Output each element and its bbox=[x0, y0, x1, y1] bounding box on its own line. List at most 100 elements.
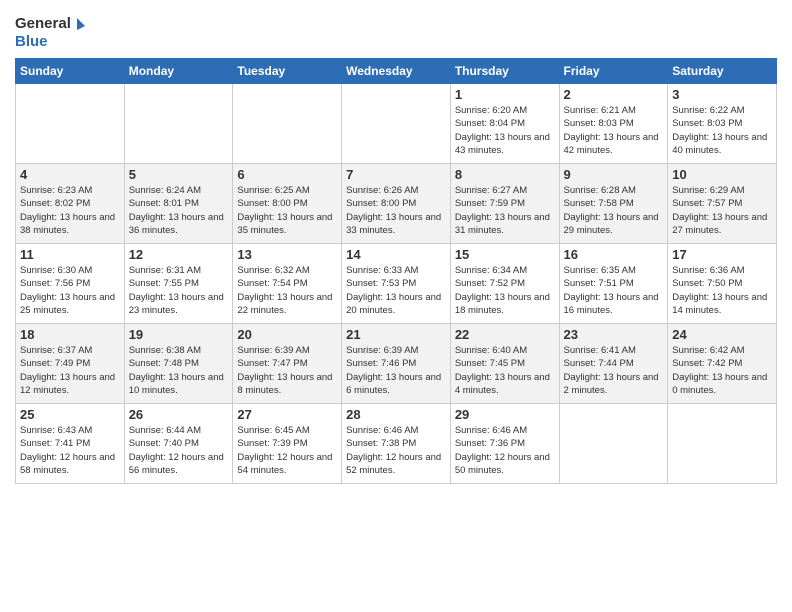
day-info: Sunrise: 6:45 AMSunset: 7:39 PMDaylight:… bbox=[237, 424, 337, 477]
day-number: 2 bbox=[564, 87, 664, 102]
day-info: Sunrise: 6:26 AMSunset: 8:00 PMDaylight:… bbox=[346, 184, 446, 237]
day-number: 7 bbox=[346, 167, 446, 182]
day-number: 24 bbox=[672, 327, 772, 342]
day-info: Sunrise: 6:42 AMSunset: 7:42 PMDaylight:… bbox=[672, 344, 772, 397]
day-cell: 25 Sunrise: 6:43 AMSunset: 7:41 PMDayligh… bbox=[16, 404, 125, 484]
day-cell: 4 Sunrise: 6:23 AMSunset: 8:02 PMDaylight… bbox=[16, 164, 125, 244]
svg-text:Blue: Blue bbox=[15, 33, 48, 50]
day-info: Sunrise: 6:30 AMSunset: 7:56 PMDaylight:… bbox=[20, 264, 120, 317]
day-info: Sunrise: 6:46 AMSunset: 7:38 PMDaylight:… bbox=[346, 424, 446, 477]
day-number: 17 bbox=[672, 247, 772, 262]
day-info: Sunrise: 6:34 AMSunset: 7:52 PMDaylight:… bbox=[455, 264, 555, 317]
day-cell bbox=[559, 404, 668, 484]
day-cell: 9Sunrise: 6:28 AMSunset: 7:58 PMDaylight… bbox=[559, 164, 668, 244]
calendar-table: SundayMondayTuesdayWednesdayThursdayFrid… bbox=[15, 58, 777, 484]
day-number: 16 bbox=[564, 247, 664, 262]
day-info: Sunrise: 6:32 AMSunset: 7:54 PMDaylight:… bbox=[237, 264, 337, 317]
page: General Blue SundayMondayTuesdayWednesda… bbox=[0, 0, 792, 612]
day-number: 6 bbox=[237, 167, 337, 182]
day-cell: 17 Sunrise: 6:36 AMSunset: 7:50 PMDayligh… bbox=[668, 244, 777, 324]
day-cell: 1Sunrise: 6:20 AMSunset: 8:04 PMDaylight… bbox=[450, 84, 559, 164]
day-info: Sunrise: 6:43 AMSunset: 7:41 PMDaylight:… bbox=[20, 424, 120, 477]
day-cell: 18 Sunrise: 6:37 AMSunset: 7:49 PMDayligh… bbox=[16, 324, 125, 404]
day-number: 10 bbox=[672, 167, 772, 182]
day-number: 15 bbox=[455, 247, 555, 262]
header-day-sunday: Sunday bbox=[16, 59, 125, 84]
day-cell: 16Sunrise: 6:35 AMSunset: 7:51 PMDayligh… bbox=[559, 244, 668, 324]
day-cell: 14 Sunrise: 6:33 AMSunset: 7:53 PMDayligh… bbox=[342, 244, 451, 324]
day-cell: 23 Sunrise: 6:41 AMSunset: 7:44 PMDayligh… bbox=[559, 324, 668, 404]
day-cell: 10 Sunrise: 6:29 AMSunset: 7:57 PMDayligh… bbox=[668, 164, 777, 244]
calendar-body: 1Sunrise: 6:20 AMSunset: 8:04 PMDaylight… bbox=[16, 84, 777, 484]
day-info: Sunrise: 6:38 AMSunset: 7:48 PMDaylight:… bbox=[129, 344, 229, 397]
day-number: 5 bbox=[129, 167, 229, 182]
calendar-header-row: SundayMondayTuesdayWednesdayThursdayFrid… bbox=[16, 59, 777, 84]
day-cell: 5 Sunrise: 6:24 AMSunset: 8:01 PMDaylight… bbox=[124, 164, 233, 244]
day-number: 28 bbox=[346, 407, 446, 422]
day-info: Sunrise: 6:27 AMSunset: 7:59 PMDaylight:… bbox=[455, 184, 555, 237]
day-cell: 26Sunrise: 6:44 AMSunset: 7:40 PMDayligh… bbox=[124, 404, 233, 484]
day-cell: 2 Sunrise: 6:21 AMSunset: 8:03 PMDaylight… bbox=[559, 84, 668, 164]
day-number: 29 bbox=[455, 407, 555, 422]
header-day-saturday: Saturday bbox=[668, 59, 777, 84]
day-number: 26 bbox=[129, 407, 229, 422]
day-cell: 8 Sunrise: 6:27 AMSunset: 7:59 PMDaylight… bbox=[450, 164, 559, 244]
header: General Blue bbox=[15, 10, 777, 52]
day-cell: 22 Sunrise: 6:40 AMSunset: 7:45 PMDayligh… bbox=[450, 324, 559, 404]
day-cell: 19 Sunrise: 6:38 AMSunset: 7:48 PMDayligh… bbox=[124, 324, 233, 404]
day-info: Sunrise: 6:39 AMSunset: 7:46 PMDaylight:… bbox=[346, 344, 446, 397]
day-info: Sunrise: 6:37 AMSunset: 7:49 PMDaylight:… bbox=[20, 344, 120, 397]
day-cell: 13Sunrise: 6:32 AMSunset: 7:54 PMDayligh… bbox=[233, 244, 342, 324]
day-info: Sunrise: 6:40 AMSunset: 7:45 PMDaylight:… bbox=[455, 344, 555, 397]
day-cell: 27Sunrise: 6:45 AMSunset: 7:39 PMDayligh… bbox=[233, 404, 342, 484]
header-day-monday: Monday bbox=[124, 59, 233, 84]
day-info: Sunrise: 6:25 AMSunset: 8:00 PMDaylight:… bbox=[237, 184, 337, 237]
day-info: Sunrise: 6:24 AMSunset: 8:01 PMDaylight:… bbox=[129, 184, 229, 237]
day-info: Sunrise: 6:41 AMSunset: 7:44 PMDaylight:… bbox=[564, 344, 664, 397]
header-day-friday: Friday bbox=[559, 59, 668, 84]
day-info: Sunrise: 6:31 AMSunset: 7:55 PMDaylight:… bbox=[129, 264, 229, 317]
day-number: 18 bbox=[20, 327, 120, 342]
week-row-5: 25 Sunrise: 6:43 AMSunset: 7:41 PMDayligh… bbox=[16, 404, 777, 484]
day-info: Sunrise: 6:23 AMSunset: 8:02 PMDaylight:… bbox=[20, 184, 120, 237]
day-cell: 29 Sunrise: 6:46 AMSunset: 7:36 PMDayligh… bbox=[450, 404, 559, 484]
day-cell: 12 Sunrise: 6:31 AMSunset: 7:55 PMDayligh… bbox=[124, 244, 233, 324]
logo-svg: General Blue bbox=[15, 10, 85, 52]
day-number: 4 bbox=[20, 167, 120, 182]
day-info: Sunrise: 6:29 AMSunset: 7:57 PMDaylight:… bbox=[672, 184, 772, 237]
day-number: 23 bbox=[564, 327, 664, 342]
day-info: Sunrise: 6:33 AMSunset: 7:53 PMDaylight:… bbox=[346, 264, 446, 317]
day-cell: 24 Sunrise: 6:42 AMSunset: 7:42 PMDayligh… bbox=[668, 324, 777, 404]
day-cell: 3 Sunrise: 6:22 AMSunset: 8:03 PMDaylight… bbox=[668, 84, 777, 164]
week-row-3: 11 Sunrise: 6:30 AMSunset: 7:56 PMDayligh… bbox=[16, 244, 777, 324]
day-info: Sunrise: 6:28 AMSunset: 7:58 PMDaylight:… bbox=[564, 184, 664, 237]
day-number: 3 bbox=[672, 87, 772, 102]
day-number: 22 bbox=[455, 327, 555, 342]
day-cell bbox=[233, 84, 342, 164]
day-number: 12 bbox=[129, 247, 229, 262]
day-cell: 11 Sunrise: 6:30 AMSunset: 7:56 PMDayligh… bbox=[16, 244, 125, 324]
header-day-thursday: Thursday bbox=[450, 59, 559, 84]
day-number: 11 bbox=[20, 247, 120, 262]
week-row-4: 18 Sunrise: 6:37 AMSunset: 7:49 PMDayligh… bbox=[16, 324, 777, 404]
day-info: Sunrise: 6:22 AMSunset: 8:03 PMDaylight:… bbox=[672, 104, 772, 157]
day-number: 1 bbox=[455, 87, 555, 102]
day-cell bbox=[668, 404, 777, 484]
day-number: 19 bbox=[129, 327, 229, 342]
week-row-1: 1Sunrise: 6:20 AMSunset: 8:04 PMDaylight… bbox=[16, 84, 777, 164]
day-cell: 28 Sunrise: 6:46 AMSunset: 7:38 PMDayligh… bbox=[342, 404, 451, 484]
day-info: Sunrise: 6:21 AMSunset: 8:03 PMDaylight:… bbox=[564, 104, 664, 157]
day-info: Sunrise: 6:46 AMSunset: 7:36 PMDaylight:… bbox=[455, 424, 555, 477]
day-info: Sunrise: 6:39 AMSunset: 7:47 PMDaylight:… bbox=[237, 344, 337, 397]
day-cell: 21 Sunrise: 6:39 AMSunset: 7:46 PMDayligh… bbox=[342, 324, 451, 404]
day-number: 25 bbox=[20, 407, 120, 422]
day-number: 14 bbox=[346, 247, 446, 262]
day-info: Sunrise: 6:36 AMSunset: 7:50 PMDaylight:… bbox=[672, 264, 772, 317]
day-cell bbox=[124, 84, 233, 164]
day-cell: 20Sunrise: 6:39 AMSunset: 7:47 PMDayligh… bbox=[233, 324, 342, 404]
day-cell: 15 Sunrise: 6:34 AMSunset: 7:52 PMDayligh… bbox=[450, 244, 559, 324]
day-number: 21 bbox=[346, 327, 446, 342]
header-day-tuesday: Tuesday bbox=[233, 59, 342, 84]
week-row-2: 4 Sunrise: 6:23 AMSunset: 8:02 PMDaylight… bbox=[16, 164, 777, 244]
day-number: 8 bbox=[455, 167, 555, 182]
